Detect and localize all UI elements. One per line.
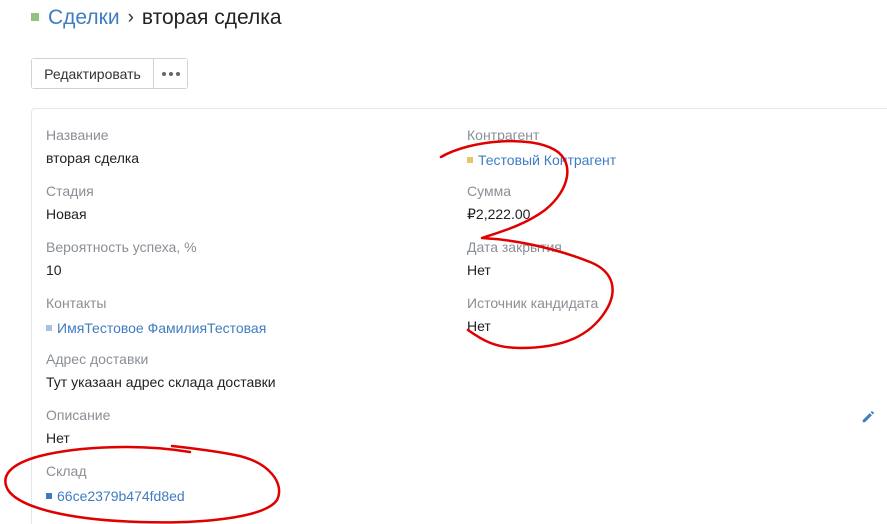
field-delivery-address: Адрес доставки Тут указаан адрес склада … — [46, 350, 276, 391]
field-description: Описание Нет — [46, 406, 110, 447]
warehouse-link-text: 66ce2379b474fd8ed — [57, 488, 185, 504]
field-label: Склад — [46, 463, 87, 479]
contact-marker-icon — [46, 325, 52, 331]
field-value: Нет — [467, 318, 491, 334]
more-horizontal-icon — [161, 71, 180, 76]
field-probability: Вероятность успеха, % 10 — [46, 238, 197, 279]
counterparty-marker-icon — [467, 157, 473, 163]
field-label: Название — [46, 127, 109, 143]
more-actions-button[interactable] — [154, 59, 187, 88]
page-title: вторая сделка — [141, 6, 282, 29]
field-label: Контакты — [46, 295, 107, 311]
chevron-right-icon: › — [127, 7, 134, 28]
field-lead-source: Источник кандидата Нет — [467, 294, 598, 335]
field-label: Контрагент — [467, 127, 540, 143]
field-label: Сумма — [467, 183, 511, 199]
counterparty-link[interactable]: Тестовый Контрагент — [467, 151, 616, 169]
field-label: Дата закрытия — [467, 239, 562, 255]
field-label: Вероятность успеха, % — [46, 239, 197, 255]
field-close-date: Дата закрытия Нет — [467, 238, 562, 279]
field-label: Стадия — [46, 183, 94, 199]
field-value: 10 — [46, 262, 62, 278]
pencil-icon[interactable] — [861, 410, 875, 424]
warehouse-link[interactable]: 66ce2379b474fd8ed — [46, 487, 185, 505]
field-contacts: Контакты ИмяТестовое ФамилияТестовая — [46, 294, 266, 337]
field-value: Нет — [467, 262, 491, 278]
counterparty-link-text: Тестовый Контрагент — [478, 152, 617, 168]
field-counterparty: Контрагент Тестовый Контрагент — [467, 126, 616, 169]
contact-link[interactable]: ИмяТестовое ФамилияТестовая — [46, 319, 266, 337]
field-value: Нет — [46, 430, 70, 446]
edit-button[interactable]: Редактировать — [32, 59, 154, 88]
field-label: Адрес доставки — [46, 351, 149, 367]
breadcrumb: Сделки › вторая сделка — [31, 6, 282, 30]
toolbar: Редактировать — [31, 58, 188, 89]
contact-link-text: ИмяТестовое ФамилияТестовая — [57, 320, 267, 336]
field-label: Источник кандидата — [467, 295, 599, 311]
field-stage: Стадия Новая — [46, 182, 94, 223]
field-label: Описание — [46, 407, 111, 423]
module-color-icon — [31, 13, 39, 21]
breadcrumb-deals-link[interactable]: Сделки — [48, 6, 120, 30]
field-warehouse: Склад 66ce2379b474fd8ed — [46, 462, 185, 505]
field-name: Название вторая сделка — [46, 126, 139, 167]
field-value: Тут указаан адрес склада доставки — [46, 374, 276, 390]
field-amount: Сумма ₽2,222.00 — [467, 182, 530, 223]
deal-details-panel: Название вторая сделка Стадия Новая Веро… — [31, 108, 887, 524]
field-value: Новая — [46, 206, 87, 222]
deal-detail-page: Сделки › вторая сделка Редактировать Наз… — [0, 0, 887, 524]
warehouse-marker-icon — [46, 493, 52, 499]
field-value: вторая сделка — [46, 150, 140, 166]
field-value: ₽2,222.00 — [467, 206, 531, 222]
